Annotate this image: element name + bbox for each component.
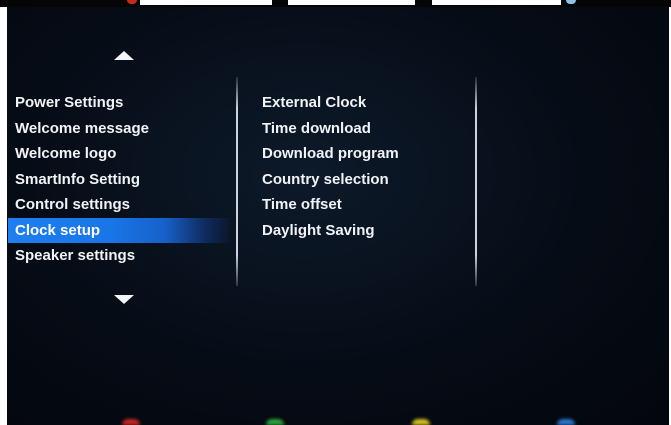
column-divider xyxy=(475,77,477,286)
yellow-key-icon xyxy=(412,419,430,425)
menu-item-welcome-logo[interactable]: Welcome logo xyxy=(8,141,233,167)
blue-key-icon xyxy=(557,419,575,425)
submenu-item-daylight-saving[interactable]: Daylight Saving xyxy=(262,218,399,244)
settings-menu: Power Settings Welcome message Welcome l… xyxy=(8,90,233,269)
red-key-indicator xyxy=(127,0,137,4)
menu-item-speaker-settings[interactable]: Speaker settings xyxy=(8,243,233,269)
submenu-item-time-download[interactable]: Time download xyxy=(262,116,399,142)
submenu-item-country-selection[interactable]: Country selection xyxy=(262,167,399,193)
scroll-down-icon[interactable] xyxy=(114,295,134,304)
screen-bezel-left xyxy=(0,0,7,425)
submenu-item-external-clock[interactable]: External Clock xyxy=(262,90,399,116)
menu-item-power-settings[interactable]: Power Settings xyxy=(8,90,233,116)
menu-item-control-settings[interactable]: Control settings xyxy=(8,192,233,218)
clock-setup-submenu: External Clock Time download Download pr… xyxy=(262,90,399,243)
green-key-icon xyxy=(266,419,284,425)
menu-item-clock-setup[interactable]: Clock setup xyxy=(8,217,233,243)
red-key-icon xyxy=(122,419,140,425)
scroll-up-icon[interactable] xyxy=(114,51,134,60)
column-divider xyxy=(236,77,238,286)
menu-item-welcome-message[interactable]: Welcome message xyxy=(8,116,233,142)
menu-item-smartinfo-setting[interactable]: SmartInfo Setting xyxy=(8,167,233,193)
submenu-item-time-offset[interactable]: Time offset xyxy=(262,192,399,218)
submenu-item-download-program[interactable]: Download program xyxy=(262,141,399,167)
blue-key-indicator xyxy=(566,0,576,4)
screen-bezel-top xyxy=(0,0,671,7)
